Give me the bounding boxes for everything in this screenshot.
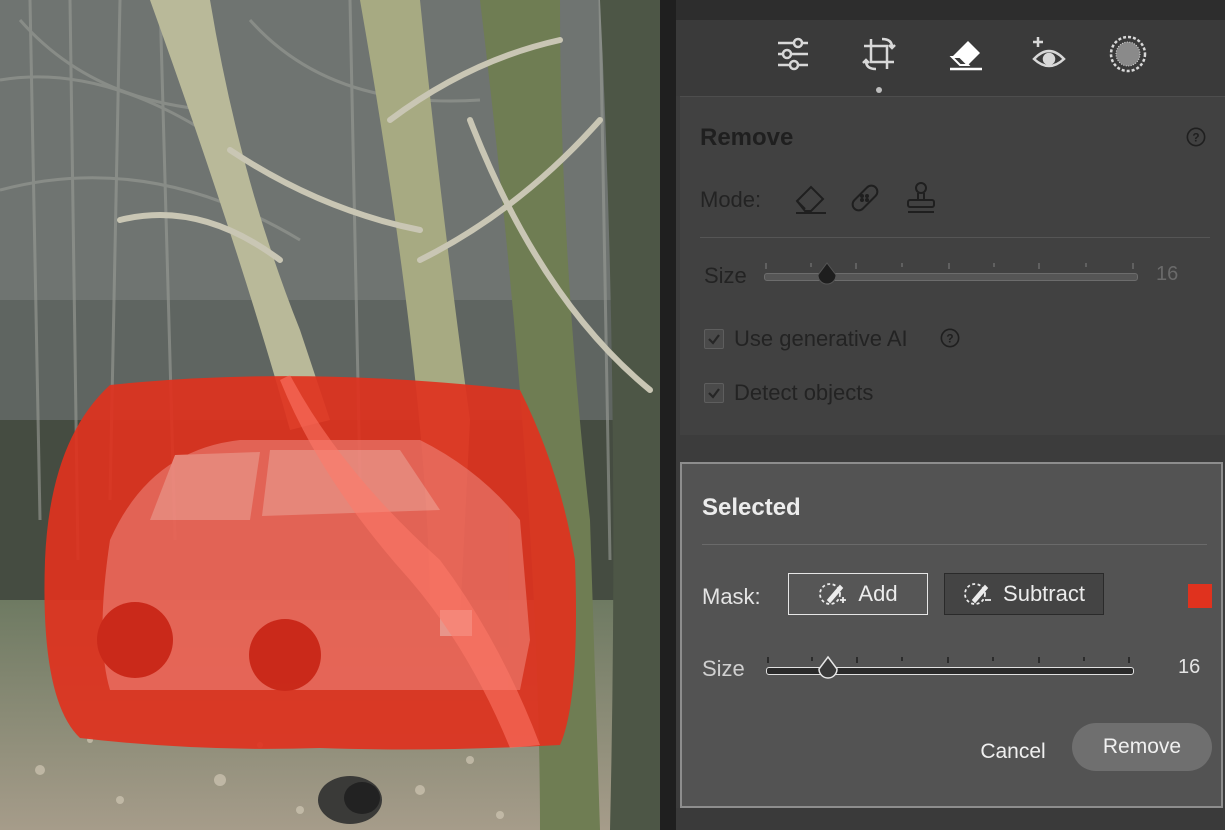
remove-eraser-icon[interactable] — [792, 179, 830, 217]
tool-strip — [676, 20, 1225, 96]
app-root: Remove ? Mode: Size 16 Use generative AI… — [0, 0, 1225, 830]
panel-bottom-bar — [676, 808, 1225, 830]
eraser-icon[interactable] — [946, 34, 986, 74]
overlay-color-swatch[interactable] — [1188, 584, 1212, 608]
remove-size-thumb[interactable] — [814, 261, 840, 287]
photo-scene — [0, 0, 660, 830]
remove-section: Remove ? Mode: Size 16 Use generative AI… — [680, 96, 1225, 435]
brush-add-icon — [819, 583, 847, 605]
mask-subtract-label: Subtract — [1003, 581, 1085, 606]
selected-size-thumb[interactable] — [815, 655, 841, 681]
crop-rotate-icon[interactable] — [859, 34, 899, 74]
remove-divider — [700, 237, 1210, 238]
remove-size-value: 16 — [1156, 263, 1179, 285]
mask-label: Mask: — [702, 584, 761, 609]
svg-text:?: ? — [946, 332, 953, 346]
heal-bandage-icon[interactable] — [846, 179, 884, 217]
mode-label: Mode: — [700, 187, 762, 212]
generative-ai-checkbox[interactable] — [704, 329, 724, 349]
selected-size-label: Size — [702, 656, 745, 681]
active-tool-indicator — [876, 87, 882, 93]
detect-objects-checkbox[interactable] — [704, 383, 724, 403]
photo-canvas[interactable] — [0, 0, 660, 830]
generative-ai-label: Use generative AI — [734, 326, 908, 351]
help-icon[interactable]: ? — [1186, 127, 1206, 147]
cancel-button[interactable]: Cancel — [968, 732, 1058, 772]
mask-subtract-button[interactable]: Subtract — [944, 573, 1104, 615]
masking-icon[interactable] — [1108, 34, 1148, 74]
selected-size-value: 16 — [1178, 656, 1201, 678]
selected-divider — [702, 544, 1207, 545]
svg-text:?: ? — [1192, 131, 1199, 145]
remove-title: Remove — [700, 124, 794, 151]
detect-objects-label: Detect objects — [734, 380, 874, 405]
panel-top-bar — [676, 0, 1225, 21]
remove-size-label: Size — [704, 263, 747, 288]
brush-subtract-icon — [964, 583, 992, 605]
edit-panel: Remove ? Mode: Size 16 Use generative AI… — [676, 0, 1225, 830]
mask-add-button[interactable]: Add — [788, 573, 928, 615]
selected-section: Selected Mask: Add Subtract Size 16 Canc… — [680, 462, 1223, 808]
sliders-icon[interactable] — [773, 34, 813, 74]
selected-title: Selected — [702, 494, 801, 521]
canvas-panel-divider — [660, 0, 676, 830]
mask-add-label: Add — [858, 581, 898, 606]
clone-stamp-icon[interactable] — [902, 179, 940, 217]
remove-button[interactable]: Remove — [1072, 723, 1212, 771]
redeye-icon[interactable] — [1029, 34, 1069, 74]
generative-ai-help-icon[interactable]: ? — [940, 328, 960, 348]
